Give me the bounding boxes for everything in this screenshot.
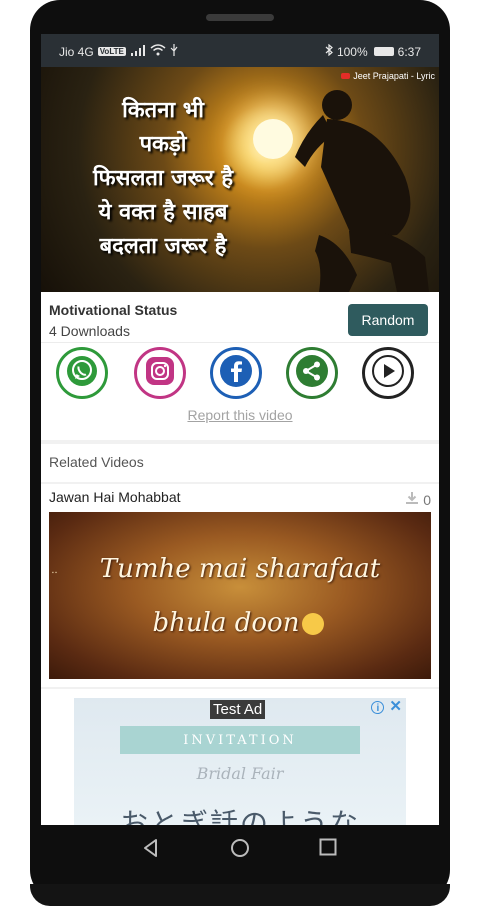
youtube-icon <box>341 73 351 79</box>
instagram-share-button[interactable] <box>134 347 186 399</box>
instagram-icon <box>144 355 176 392</box>
share-buttons-row <box>56 347 426 401</box>
recents-icon[interactable] <box>319 838 337 861</box>
facebook-share-button[interactable] <box>210 347 262 399</box>
related-videos-header: Related Videos <box>41 444 439 482</box>
quote-line: कितना भी <box>122 97 204 123</box>
navigation-bar <box>41 826 439 872</box>
generic-share-button[interactable] <box>286 347 338 399</box>
phone-bottom <box>30 884 450 906</box>
related-videos-heading: Related Videos <box>49 454 144 470</box>
whatsapp-icon <box>66 355 98 392</box>
random-button[interactable]: Random <box>348 304 428 336</box>
related-count-value: 0 <box>423 491 431 508</box>
bluetooth-icon <box>325 43 333 59</box>
video-player[interactable]: Jeet Prajapati - Lyric कितना भी पकड़ो फि… <box>41 67 439 292</box>
report-video-link[interactable]: Report this video <box>41 407 439 423</box>
video-watermark: Jeet Prajapati - Lyric <box>341 71 435 81</box>
facebook-icon <box>219 354 253 393</box>
video-info-card: Motivational Status 4 Downloads Random R… <box>41 292 439 440</box>
battery-icon <box>373 47 394 56</box>
ad-info-icon[interactable]: i <box>371 700 385 714</box>
play-icon <box>371 354 405 393</box>
thumbnail-text-line: bhula doon <box>49 608 431 638</box>
download-count: 4 Downloads <box>49 323 130 339</box>
wifi-icon <box>150 44 166 59</box>
quote-line: फिसलता जरूर है <box>92 165 234 191</box>
play-share-button[interactable] <box>362 347 414 399</box>
video-quote: कितना भी पकड़ो फिसलता जरूर है ये वक्त है… <box>47 93 279 263</box>
share-icon <box>295 354 329 393</box>
watermark-text: Jeet Prajapati - Lyric <box>353 71 435 81</box>
ad-close-icon[interactable]: ✕ <box>389 699 402 714</box>
related-download-count: 0 <box>405 491 431 508</box>
quote-line: बदलता जरूर है <box>99 233 227 259</box>
ad-label: Test Ad <box>210 700 266 719</box>
download-icon <box>405 491 419 508</box>
quote-line: ये वक्त है साहब <box>98 199 228 225</box>
carrier-label: Jio 4G <box>59 44 94 59</box>
related-video-title: Jawan Hai Mohabbat <box>49 489 181 505</box>
silhouette-figure <box>295 90 429 292</box>
signal-icon <box>130 44 146 59</box>
thumbnail-text: Tumhe mai sharafaat <box>99 554 381 584</box>
banner-ad[interactable]: Test Ad i ✕ INVITATION Bridal Fair おとぎ話の… <box>74 698 406 825</box>
volte-badge: VoLTE <box>97 47 126 56</box>
ad-ribbon: INVITATION <box>120 726 360 754</box>
whatsapp-share-button[interactable] <box>56 347 108 399</box>
usb-icon <box>170 44 178 59</box>
thumbnail-text: bhula doon <box>152 608 300 638</box>
related-video-card[interactable]: Jawan Hai Mohabbat 0 ▪ ▪ Tumhe mai shara… <box>41 484 439 687</box>
battery-percent: 100% <box>336 44 368 59</box>
quote-line: पकड़ो <box>139 131 187 157</box>
ad-headline: おとぎ話のような <box>119 807 360 825</box>
ad-controls: i ✕ <box>371 699 402 714</box>
app-screen: Jio 4G VoLTE 100% 6:37 Jeet Prajapati - … <box>41 34 439 825</box>
ad-subtitle: Bridal Fair <box>196 764 284 783</box>
phone-speaker <box>206 14 274 21</box>
home-icon[interactable] <box>230 838 250 863</box>
video-title: Motivational Status <box>49 302 178 318</box>
wink-emoji-icon <box>302 613 325 635</box>
back-icon[interactable] <box>141 838 161 863</box>
status-bar: Jio 4G VoLTE 100% 6:37 <box>41 34 439 67</box>
related-video-thumbnail[interactable]: ▪ ▪ Tumhe mai sharafaat bhula doon <box>49 512 431 679</box>
thumbnail-text-line: Tumhe mai sharafaat <box>49 554 431 584</box>
clock: 6:37 <box>397 44 421 59</box>
ad-container: Test Ad i ✕ INVITATION Bridal Fair おとぎ話の… <box>41 689 439 825</box>
divider <box>41 342 439 343</box>
